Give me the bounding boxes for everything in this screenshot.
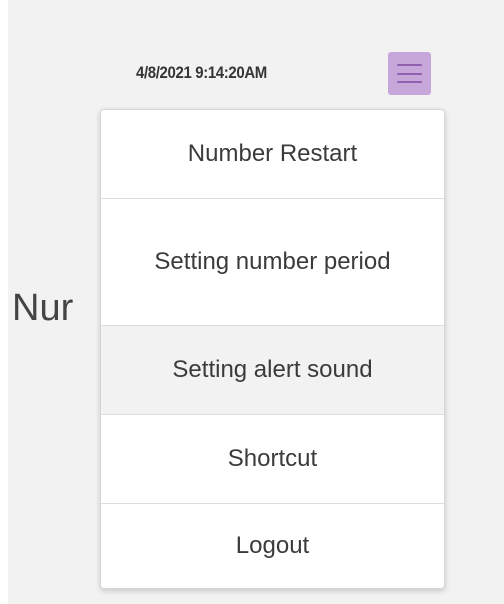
page-heading: Nur xyxy=(12,287,74,329)
menu-toggle-button[interactable] xyxy=(388,52,431,95)
hamburger-menu-icon xyxy=(397,81,422,83)
hamburger-menu-icon xyxy=(397,72,422,75)
hamburger-menu-icon xyxy=(397,64,422,66)
menu-item-setting-alert-sound[interactable]: Setting alert sound xyxy=(101,326,444,415)
menu-item-setting-number-period[interactable]: Setting number period xyxy=(101,199,444,326)
menu-item-number-restart[interactable]: Number Restart xyxy=(101,110,444,199)
screen: 4/8/2021 9:14:20AM Nur Number Restart Se… xyxy=(0,0,504,604)
datetime-display: 4/8/2021 9:14:20AM xyxy=(136,63,267,82)
menu-item-shortcut[interactable]: Shortcut xyxy=(101,415,444,504)
dropdown-menu: Number Restart Setting number period Set… xyxy=(100,109,445,589)
menu-item-logout[interactable]: Logout xyxy=(101,504,444,588)
